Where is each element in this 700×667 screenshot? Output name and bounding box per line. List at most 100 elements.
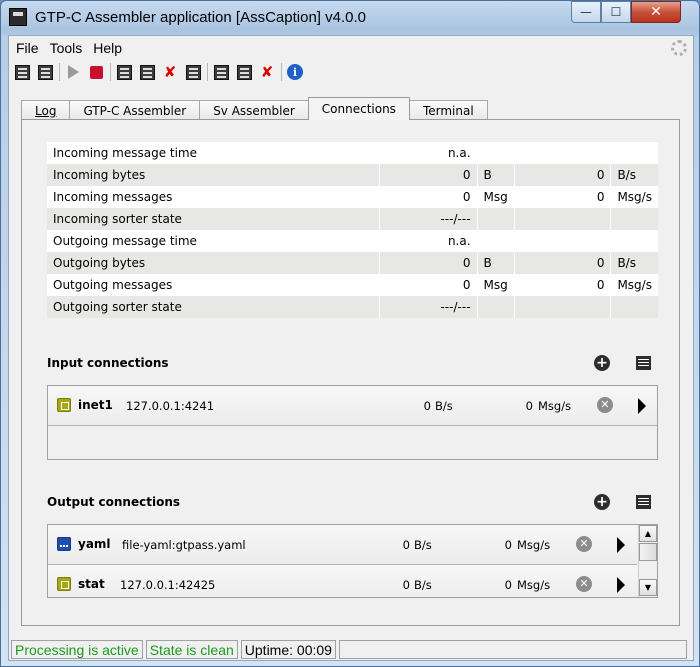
stats-row: Outgoing bytes 0 B 0 B/s [47,252,658,274]
remove-connection-button[interactable]: ✕ [576,536,592,552]
input-connections-title: Input connections [47,356,169,370]
stat-value: ---/--- [379,208,478,230]
start-connection-button[interactable] [638,398,646,414]
save-down-icon[interactable] [138,63,156,81]
start-connection-button[interactable] [617,537,625,553]
tab-gtpc-assembler[interactable]: GTP-C Assembler [69,100,201,120]
list-icon [635,356,651,370]
stats-row: Outgoing sorter state ---/--- [47,296,658,318]
output-connection-row[interactable]: stat 127.0.0.1:42425 0 B/s 0 Msg/s ✕ [48,565,637,597]
stat-label: Incoming bytes [47,164,381,186]
config-check-icon[interactable] [235,63,253,81]
stat-label: Incoming messages [47,186,381,208]
connection-address: 127.0.0.1:42425 [120,578,216,592]
save-remove-icon[interactable]: ✘ [161,63,179,81]
connection-address: file-yaml:gtpass.yaml [122,538,246,552]
stat-unit [477,142,515,164]
add-input-button[interactable]: + [593,354,611,372]
connections-panel: Incoming message time n.a. Incoming bytes 0… [21,119,680,626]
toolbar-separator [59,63,60,81]
config-icon[interactable] [212,63,230,81]
toolbar-separator [110,63,111,81]
scroll-thumb[interactable] [639,543,657,561]
stat-rate-unit: B/s [610,164,658,186]
stat-unit: Msg [477,186,515,208]
connection-bytes-unit: B/s [435,399,453,413]
toolbar: ✘ ✘ i [9,60,693,84]
plus-icon: + [594,355,610,371]
app-icon [9,8,27,26]
connection-msg-rate: 0 [504,538,512,552]
stats-row: Outgoing message time n.a. [47,230,658,252]
stat-value: 0 [379,252,478,274]
connection-bytes-unit: B/s [414,578,432,592]
minimize-button[interactable]: — [571,1,601,23]
file-icon [57,537,71,551]
statistics-table: Incoming message time n.a. Incoming bytes 0… [47,142,658,318]
remove-connection-button[interactable]: ✕ [576,576,592,592]
maximize-button[interactable]: ☐ [601,1,631,23]
menu-file[interactable]: File [11,40,44,56]
client-area: File Tools Help ✘ ✘ i Log GTP-C Assemble… [8,35,694,661]
stop-icon[interactable] [87,63,105,81]
connection-name: yaml [78,537,111,551]
save-alt-icon[interactable] [184,63,202,81]
play-icon[interactable] [64,63,82,81]
tab-label: GTP-C Assembler [83,103,187,118]
remove-connection-button[interactable]: ✕ [597,397,613,413]
close-button[interactable]: ✕ [631,1,681,23]
stat-value: 0 [379,186,478,208]
tab-terminal[interactable]: Terminal [408,100,488,120]
stat-label: Outgoing message time [47,230,381,252]
list-down-icon[interactable] [36,63,54,81]
stat-label: Outgoing messages [47,274,381,296]
stat-label: Incoming message time [47,142,381,164]
stat-rate-unit: Msg/s [610,186,658,208]
network-icon [57,398,71,412]
tab-connections[interactable]: Connections [307,97,410,120]
menu-help[interactable]: Help [88,40,127,56]
connection-name: stat [78,577,105,591]
output-scrollbar[interactable]: ▲ ▼ [638,525,657,597]
scroll-down-icon[interactable]: ▼ [639,579,657,596]
tab-bar: Log GTP-C Assembler Sv Assembler Connect… [21,97,488,120]
add-output-button[interactable]: + [593,493,611,511]
input-menu-button[interactable] [634,354,652,372]
title-bar[interactable]: GTP-C Assembler application [AssCaption]… [1,1,699,35]
menu-bar: File Tools Help [9,36,693,60]
connection-bytes-rate: 0 [402,578,410,592]
stat-rate: 0 [514,252,612,274]
stat-value: 0 [379,274,478,296]
stat-rate [514,142,612,164]
output-connection-row[interactable]: yaml file-yaml:gtpass.yaml 0 B/s 0 Msg/s… [48,525,637,565]
toolbar-separator [207,63,208,81]
connection-address: 127.0.0.1:4241 [126,399,215,413]
connection-name: inet1 [78,398,113,412]
tab-sv-assembler[interactable]: Sv Assembler [199,100,309,120]
stats-row: Outgoing messages 0 Msg 0 Msg/s [47,274,658,296]
stat-unit [477,208,515,230]
tab-label: Connections [321,102,396,116]
config-remove-icon[interactable]: ✘ [258,63,276,81]
stat-unit [477,296,515,318]
connection-bytes-unit: B/s [414,538,432,552]
status-spacer [338,640,687,659]
scroll-up-icon[interactable]: ▲ [639,525,657,542]
stat-rate-unit [610,230,658,252]
input-connection-row[interactable]: inet1 127.0.0.1:4241 0 B/s 0 Msg/s ✕ [48,386,657,426]
stat-unit: Msg [477,274,515,296]
stat-rate [514,230,612,252]
output-menu-button[interactable] [634,493,652,511]
list-up-icon[interactable] [13,63,31,81]
stats-row: Incoming message time n.a. [47,142,658,164]
start-connection-button[interactable] [617,577,625,593]
save-icon[interactable] [115,63,133,81]
stat-rate-unit: Msg/s [610,274,658,296]
menu-tools[interactable]: Tools [45,40,88,56]
connection-msg-rate: 0 [504,578,512,592]
info-icon[interactable]: i [286,63,304,81]
tab-label: Terminal [422,103,474,118]
tab-log[interactable]: Log [21,100,71,120]
stat-unit [477,230,515,252]
stat-unit: B [477,252,515,274]
